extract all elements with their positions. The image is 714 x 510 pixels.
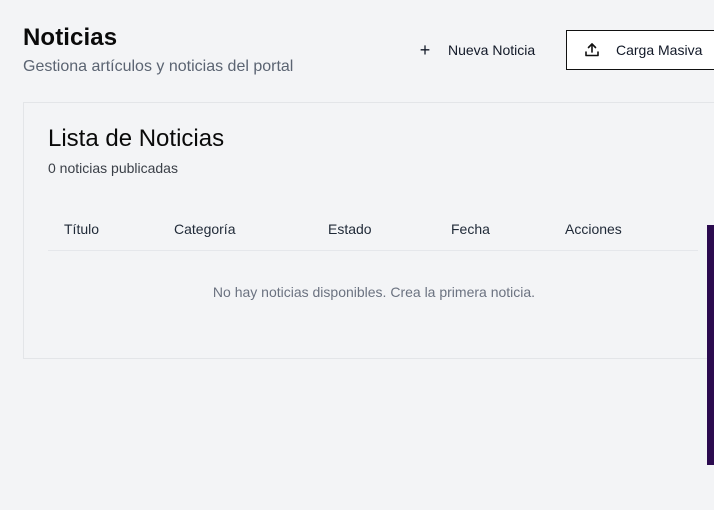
column-header-status: Estado [328,221,372,237]
table-header: Título Categoría Estado Fecha Acciones [48,207,698,251]
column-header-title: Título [64,221,100,237]
plus-icon: + [419,40,431,60]
side-panel-edge [707,225,714,465]
bulk-upload-button[interactable]: Carga Masiva [566,30,714,70]
new-article-button-label: Nueva Noticia [448,42,536,58]
column-header-category: Categoría [174,221,236,237]
card-title: Lista de Noticias [48,125,225,152]
new-article-button[interactable]: + Nueva Noticia [406,30,554,70]
page-subtitle: Gestiona artículos y noticias del portal [23,58,294,75]
page-title: Noticias [23,24,118,51]
news-count: 0 noticias publicadas [48,160,178,176]
page: Noticias Gestiona artículos y noticias d… [0,0,714,510]
bulk-upload-button-label: Carga Masiva [616,42,703,58]
news-list-card: Lista de Noticias 0 noticias publicadas … [23,102,714,359]
empty-state-message: No hay noticias disponibles. Crea la pri… [212,284,536,300]
column-header-date: Fecha [451,221,490,237]
upload-icon [585,43,599,57]
column-header-actions: Acciones [565,221,622,237]
